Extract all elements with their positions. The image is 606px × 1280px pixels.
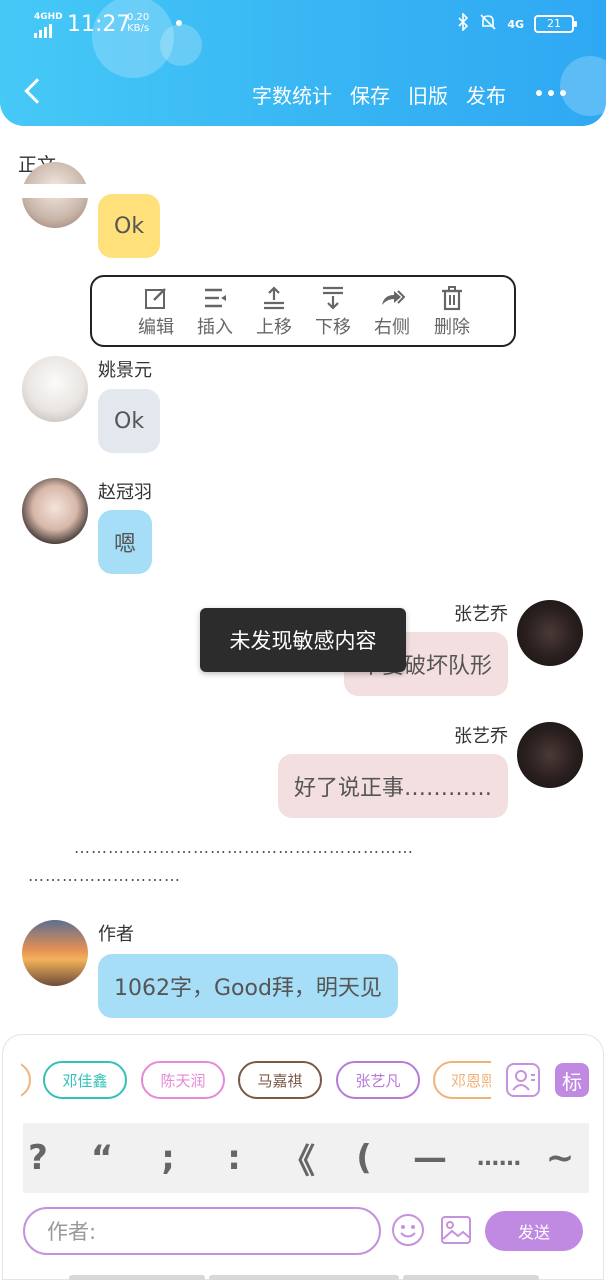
more-icon[interactable] — [536, 90, 566, 96]
old-version-button[interactable]: 旧版 — [408, 80, 448, 109]
publish-button[interactable]: 发布 — [466, 80, 506, 109]
message-bubble[interactable]: 好了说正事………… — [277, 754, 508, 818]
move-down-label: 下移 — [315, 317, 351, 338]
sender-name: 赵冠羽 — [98, 482, 152, 503]
character-chip[interactable]: 马嘉祺 — [238, 1061, 322, 1099]
net-speed-value: 0.20 — [127, 12, 150, 23]
ellipsis-line: …………………………………………………… — [74, 838, 414, 857]
move-down-button[interactable]: 下移 — [305, 285, 361, 339]
message-text: 嗯 — [114, 532, 137, 557]
bottom-divider — [403, 1275, 539, 1280]
ellipsis-key[interactable]: …… — [469, 1133, 529, 1183]
composer-panel: 邓佳鑫 陈天润 马嘉祺 张艺凡 邓恩熙 标 ? “ ; : 《 ( — …… ~… — [2, 1034, 604, 1280]
header-bar: 4GHD 11:27 0.20 KB/s 4G 21 字数统计 保存 旧版 发布 — [0, 0, 606, 126]
parenthesis-key[interactable]: ( — [339, 1133, 389, 1183]
message-bubble[interactable]: 嗯 — [98, 510, 153, 574]
character-chip[interactable]: 陈天润 — [141, 1061, 225, 1099]
header-menu: 字数统计 保存 旧版 发布 — [252, 80, 506, 109]
insert-button[interactable]: 插入 — [187, 285, 243, 339]
sender-name: 作者 — [98, 924, 134, 945]
right-side-label: 右侧 — [374, 317, 410, 338]
mute-bell-icon — [479, 13, 497, 35]
avatar[interactable] — [517, 722, 583, 788]
toast-notification: 未发现敏感内容 — [200, 608, 406, 672]
semicolon-key[interactable]: ; — [143, 1133, 193, 1183]
book-title-mark-key[interactable]: 《 — [273, 1133, 323, 1183]
clock: 11:27 — [67, 12, 131, 37]
bluetooth-icon — [457, 12, 469, 35]
tag-button[interactable]: 标 — [555, 1063, 589, 1097]
net-speed: 0.20 KB/s — [127, 12, 149, 34]
bottom-divider — [209, 1275, 399, 1280]
scroll-mask — [0, 184, 606, 198]
message-input[interactable]: 作者: — [23, 1207, 381, 1255]
delete-label: 删除 — [434, 317, 470, 338]
avatar[interactable] — [22, 920, 88, 986]
message-text: Ok — [114, 408, 145, 434]
bottom-divider — [69, 1275, 205, 1280]
character-chip[interactable] — [21, 1061, 31, 1099]
message-action-toolbar: 编辑 插入 上移 下移 右侧 删除 — [90, 275, 516, 347]
avatar[interactable] — [22, 356, 88, 422]
edit-button[interactable]: 编辑 — [128, 285, 184, 339]
tag-label: 标 — [562, 1069, 582, 1094]
ellipsis-line: ……………………… — [28, 866, 181, 885]
avatar[interactable] — [22, 478, 88, 544]
tilde-key[interactable]: ~ — [535, 1133, 585, 1183]
emoji-icon[interactable] — [391, 1213, 425, 1247]
insert-label: 插入 — [197, 317, 233, 338]
colon-key[interactable]: : — [209, 1133, 259, 1183]
input-placeholder: 作者: — [47, 1220, 97, 1244]
status-right: 4G 21 — [457, 12, 577, 35]
move-up-icon — [264, 286, 284, 310]
battery-level: 21 — [547, 17, 561, 30]
edit-label: 编辑 — [138, 317, 174, 338]
chevron-left-icon — [24, 78, 50, 104]
question-mark-key[interactable]: ? — [13, 1133, 63, 1183]
sender-name: 张艺乔 — [454, 604, 508, 625]
move-up-button[interactable]: 上移 — [246, 285, 302, 339]
contact-card-icon[interactable] — [506, 1063, 540, 1097]
message-text: 好了说正事………… — [293, 776, 492, 801]
dash-key[interactable]: — — [405, 1133, 455, 1183]
character-chip[interactable]: 邓恩熙 — [433, 1061, 491, 1099]
status-bar: 4GHD 11:27 0.20 KB/s 4G 21 — [0, 10, 606, 40]
signal-icon — [34, 24, 52, 38]
quote-key[interactable]: “ — [77, 1133, 127, 1183]
sender-name: 张艺乔 — [454, 726, 508, 747]
sender-name: 姚景元 — [98, 360, 152, 381]
move-up-label: 上移 — [256, 317, 292, 338]
mobile-network-label: 4G — [507, 17, 524, 31]
trash-icon — [442, 286, 462, 311]
notification-dot-icon — [176, 20, 182, 26]
character-chip[interactable]: 张艺凡 — [336, 1061, 420, 1099]
battery-icon: 21 — [534, 15, 577, 33]
net-speed-unit: KB/s — [127, 23, 150, 34]
send-button[interactable]: 发送 — [485, 1211, 583, 1251]
character-chips[interactable]: 邓佳鑫 陈天润 马嘉祺 张艺凡 邓恩熙 — [21, 1061, 491, 1101]
word-count-button[interactable]: 字数统计 — [252, 80, 332, 109]
message-text: Ok — [114, 213, 145, 239]
message-bubble[interactable]: 1062字，Good拜，明天见 — [98, 954, 398, 1018]
redo-icon — [382, 290, 405, 305]
back-button[interactable] — [20, 76, 50, 112]
punctuation-bar: ? “ ; : 《 ( — …… ~ — [23, 1123, 589, 1193]
right-side-button[interactable]: 右侧 — [364, 285, 420, 339]
insert-icon — [205, 288, 226, 308]
character-chip[interactable]: 邓佳鑫 — [43, 1061, 127, 1099]
edit-icon — [145, 288, 166, 309]
avatar[interactable] — [517, 600, 583, 666]
save-button[interactable]: 保存 — [350, 80, 390, 109]
message-text: 1062字，Good拜，明天见 — [114, 976, 382, 1001]
network-type: 4GHD — [34, 12, 63, 22]
message-bubble[interactable]: Ok — [98, 194, 161, 258]
image-icon[interactable] — [439, 1213, 473, 1247]
message-bubble[interactable]: Ok — [98, 389, 161, 453]
header-bubble-decoration — [560, 56, 606, 116]
delete-button[interactable]: 删除 — [424, 285, 480, 339]
move-down-icon — [323, 286, 343, 310]
